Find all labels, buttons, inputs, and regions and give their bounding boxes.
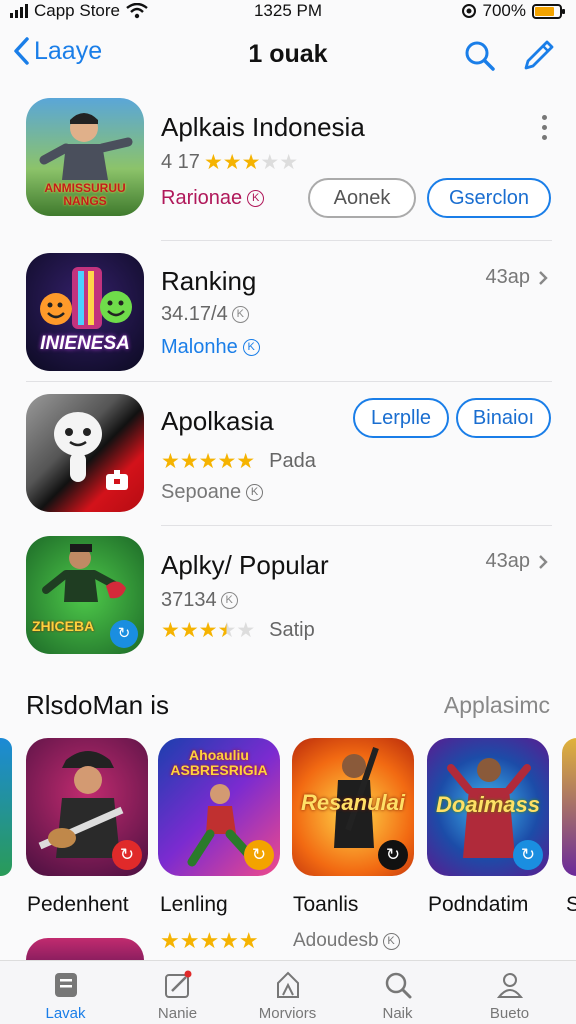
tab-naik[interactable]: Naik xyxy=(340,961,455,1024)
tab-label: Lavak xyxy=(45,1005,86,1022)
section-see-all-link[interactable]: Applasimc xyxy=(444,692,550,719)
rating-caption: Pada xyxy=(269,450,316,472)
tile-subtitle: Adoudesb K xyxy=(293,930,400,952)
secondary-button[interactable]: Aonek xyxy=(308,178,416,218)
see-more-link[interactable]: 43ap xyxy=(486,550,549,573)
search-icon xyxy=(465,41,495,71)
battery-icon xyxy=(532,3,565,19)
status-bar: Capp Store 1325 PM 700% xyxy=(0,0,576,22)
tab-nanie[interactable]: Nanie xyxy=(120,961,235,1024)
app-tile-label: S xyxy=(566,893,576,916)
person-icon xyxy=(496,973,523,998)
app-tile[interactable]: Resanulai ↻ xyxy=(292,738,414,876)
divider xyxy=(26,381,552,382)
rating-row: ★★★★★ Satip xyxy=(161,618,315,643)
refresh-badge-icon: ↻ xyxy=(244,840,274,870)
app-subtitle-text: Rarionae xyxy=(161,187,243,209)
see-more-text: 43ap xyxy=(485,266,531,288)
apps-icon xyxy=(276,971,299,998)
chevron-right-icon xyxy=(539,270,548,285)
app-name: Ranking xyxy=(161,266,257,296)
rating-row: 4 17 ★★★★★ xyxy=(161,150,298,175)
rating-value: 34.17/4 xyxy=(161,303,228,325)
partial-app-tile[interactable] xyxy=(562,738,576,876)
rating-row: 37134 K xyxy=(161,589,238,612)
app-tile-label: Lenling xyxy=(160,893,228,916)
app-tile-label: Pedenhent xyxy=(27,893,129,916)
info-icon: K xyxy=(220,592,238,609)
rating-row: 34.17/4 K xyxy=(161,303,249,326)
section-title: RlsdoMan is xyxy=(26,690,170,720)
tile-subtitle-text: Adoudesb xyxy=(293,930,379,951)
rating-stars: ★★★★★ xyxy=(160,928,259,953)
rating-value: 4 17 xyxy=(161,151,200,173)
divider xyxy=(161,525,552,526)
app-tile-text: Doaimass xyxy=(436,792,540,817)
tab-lavak[interactable]: Lavak xyxy=(8,961,123,1024)
primary-button[interactable]: Binaioı xyxy=(456,398,551,438)
refresh-badge-icon: ↻ xyxy=(110,620,138,648)
chevron-right-icon xyxy=(539,554,548,569)
app-name: Apolkasia xyxy=(161,406,274,436)
lock-rotation-icon xyxy=(461,4,476,18)
app-tile-label: Toanlis xyxy=(293,893,359,916)
app-tile-text: Resanulai xyxy=(301,790,405,815)
secondary-button[interactable]: Lerplle xyxy=(353,398,449,438)
ghost-illustration xyxy=(54,412,128,490)
app-icon[interactable]: INIENESA xyxy=(26,253,144,371)
edit-button[interactable] xyxy=(518,36,558,76)
tab-label: Naik xyxy=(382,1005,413,1022)
app-icon-text: ANMISSURUU NANGS xyxy=(44,181,126,208)
tab-morviors[interactable]: Morviors xyxy=(230,961,345,1024)
battery-percent: 700% xyxy=(482,1,526,20)
app-subtitle: Malonhe K xyxy=(161,336,260,359)
tab-bar: Lavak Nanie Morviors Naik Bueto xyxy=(0,960,576,1024)
rating-value: 37134 xyxy=(161,589,217,611)
nav-bar: Laaye 1 ouak xyxy=(0,28,576,84)
tab-label: Morviors xyxy=(258,1005,317,1022)
tab-label: Nanie xyxy=(157,1005,198,1022)
see-more-link[interactable]: 43ap xyxy=(486,266,549,289)
tab-bueto[interactable]: Bueto xyxy=(452,961,567,1024)
info-icon: K xyxy=(382,932,400,950)
rating-stars: ★★★★★ xyxy=(161,450,256,473)
rating-caption: Satip xyxy=(269,619,315,641)
see-more-text: 43ap xyxy=(485,550,531,572)
search-button[interactable] xyxy=(460,36,500,76)
rating-stars: ★★★★★ xyxy=(203,151,299,174)
rating-stars: ★★★★★ xyxy=(161,619,256,642)
more-button[interactable] xyxy=(538,115,550,140)
info-icon: K xyxy=(231,306,249,323)
search-icon xyxy=(385,972,411,999)
divider xyxy=(161,240,552,241)
info-icon: K xyxy=(247,190,265,207)
app-subtitle: Sepoane K xyxy=(161,481,264,504)
info-icon: K xyxy=(246,484,264,501)
edit-icon xyxy=(164,970,191,998)
app-tile[interactable]: Doaimass ↻ xyxy=(427,738,549,876)
refresh-badge-icon: ↻ xyxy=(513,840,543,870)
app-icon[interactable] xyxy=(26,394,144,512)
app-icon-text: ZHICEBA xyxy=(32,618,95,634)
pencil-icon xyxy=(524,40,554,70)
tab-label: Bueto xyxy=(489,1005,530,1022)
grid-icon xyxy=(54,973,77,997)
app-name: Aplkais Indonesia xyxy=(161,112,365,142)
refresh-badge-icon: ↻ xyxy=(378,840,408,870)
app-tile-label: Podndatim xyxy=(428,893,529,916)
app-name: Aplky/ Popular xyxy=(161,550,329,580)
app-icon[interactable]: ZHICEBA ↻ xyxy=(26,536,144,654)
app-icon[interactable]: ANMISSURUU NANGS xyxy=(26,98,144,216)
app-subtitle-text: Malonhe xyxy=(161,336,238,358)
app-subtitle-text: Sepoane xyxy=(161,481,242,503)
partial-app-tile[interactable] xyxy=(0,738,12,876)
primary-button[interactable]: Gserclon xyxy=(427,178,551,218)
app-tile[interactable]: Ahoauliu ASBRESRIGIA ↻ xyxy=(158,738,280,876)
refresh-badge-icon: ↻ xyxy=(112,840,142,870)
app-subtitle: Rarionae K xyxy=(161,187,265,210)
app-tile[interactable]: ↻ xyxy=(26,738,148,876)
rating-row: ★★★★★ Pada xyxy=(161,449,316,474)
info-icon: K xyxy=(242,339,260,356)
app-icon-text: INIENESA xyxy=(40,333,130,354)
